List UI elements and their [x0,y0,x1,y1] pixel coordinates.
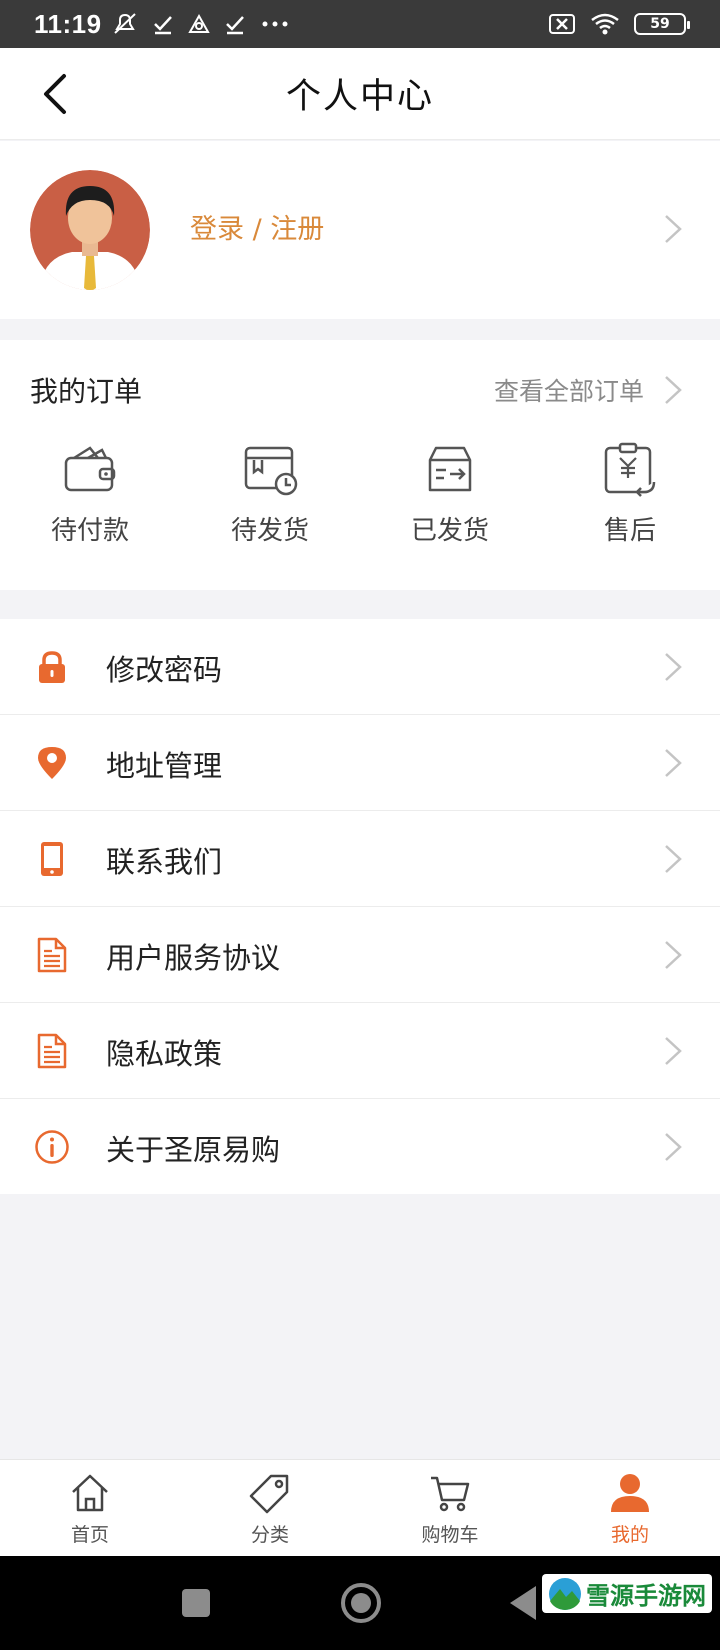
chevron-right-icon[interactable] [662,374,684,406]
tab-label: 购物车 [421,1524,479,1546]
back-arrow-icon[interactable] [36,70,76,118]
avatar [30,170,150,290]
menu-item-label: 关于圣原易购 [106,1133,281,1167]
system-navigation-bar: 雪源手游网 [0,1556,720,1650]
document-icon [37,937,67,973]
sim-x-icon [549,14,575,34]
menu-item-label: 联系我们 [106,845,223,879]
status-notification-icons [112,11,290,37]
menu-item-about[interactable]: 关于圣原易购 [0,1099,720,1194]
menu-item-contact-us[interactable]: 联系我们 [0,811,720,907]
menu-item-label: 隐私政策 [106,1037,223,1071]
check-icon [225,16,244,35]
my-orders-section: 我的订单 查看全部订单 待付款 待发货 已发货 售后 [0,340,720,590]
order-status-label: 已发货 [410,516,489,546]
chevron-right-icon [665,1037,682,1065]
tab-home[interactable]: 首页 [0,1460,180,1556]
page-title: 个人中心 [285,77,434,117]
status-time: 11:19 [34,8,102,39]
menu-item-label: 用户服务协议 [106,941,281,975]
status-bar: 11:19 59 [0,0,720,48]
menu-item-address-management[interactable]: 地址管理 [0,715,720,811]
watermark: 雪源手游网 [542,1574,712,1613]
order-status-grid: 待付款 待发货 已发货 售后 [0,442,720,547]
view-all-orders-link[interactable]: 查看全部订单 [494,372,644,408]
top-header: 个人中心 [0,48,720,140]
order-status-shipped[interactable]: 已发货 [360,442,540,547]
order-status-pending-shipment[interactable]: 待发货 [180,442,360,547]
tab-label: 首页 [70,1524,109,1546]
tag-icon [249,1474,289,1514]
battery-indicator: 59 [634,13,690,35]
home-icon [72,1474,108,1512]
order-status-label: 待发货 [230,516,309,546]
chevron-right-icon [665,1133,682,1161]
back-button[interactable] [510,1586,536,1620]
profile-card[interactable]: 登录 / 注册 [0,141,720,319]
location-pin-icon [38,747,66,779]
info-icon [35,1130,69,1164]
bottom-tab-bar: 首页 分类 购物车 我的 [0,1459,720,1556]
tab-mine[interactable]: 我的 [540,1460,720,1556]
phone-icon [41,842,63,876]
pending-ship-icon [244,446,298,496]
tab-cart[interactable]: 购物车 [360,1460,540,1556]
chevron-right-icon [665,845,682,873]
orders-title: 我的订单 [30,375,143,408]
wifi-icon [591,13,619,35]
user-icon [611,1474,649,1512]
menu-item-change-password[interactable]: 修改密码 [0,619,720,715]
settings-menu: 修改密码 地址管理 联系我们 用户服务协议 隐私政策 关于圣原易购 [0,619,720,1194]
menu-item-user-agreement[interactable]: 用户服务协议 [0,907,720,1003]
order-status-pending-payment[interactable]: 待付款 [0,442,180,547]
wallet-icon [64,446,116,492]
cart-icon [431,1476,470,1512]
chevron-right-icon [665,215,682,243]
tab-label: 我的 [610,1524,649,1546]
document-icon [37,1033,67,1069]
order-status-label: 待付款 [50,516,129,546]
watermark-text: 雪源手游网 [586,1581,706,1610]
watermark-logo-icon [549,1577,581,1610]
chevron-right-icon [665,749,682,777]
chevron-right-icon [665,653,682,681]
login-register-link[interactable]: 登录 / 注册 [190,207,324,246]
tab-category[interactable]: 分类 [180,1460,360,1556]
order-status-label: 售后 [603,516,656,546]
menu-item-label: 修改密码 [106,653,223,687]
lock-icon [39,651,65,683]
order-status-after-sale[interactable]: 售后 [540,442,720,547]
home-button[interactable] [341,1583,381,1623]
tab-label: 分类 [250,1524,289,1546]
more-dots-icon [262,21,288,27]
check-icon [153,16,172,35]
recent-apps-button[interactable] [182,1589,210,1617]
chevron-right-icon [665,941,682,969]
menu-item-privacy-policy[interactable]: 隐私政策 [0,1003,720,1099]
after-sale-icon [604,442,656,497]
shipped-box-icon [428,446,472,492]
triangle-icon [187,13,210,33]
mute-icon [113,13,136,34]
menu-item-label: 地址管理 [106,749,223,783]
